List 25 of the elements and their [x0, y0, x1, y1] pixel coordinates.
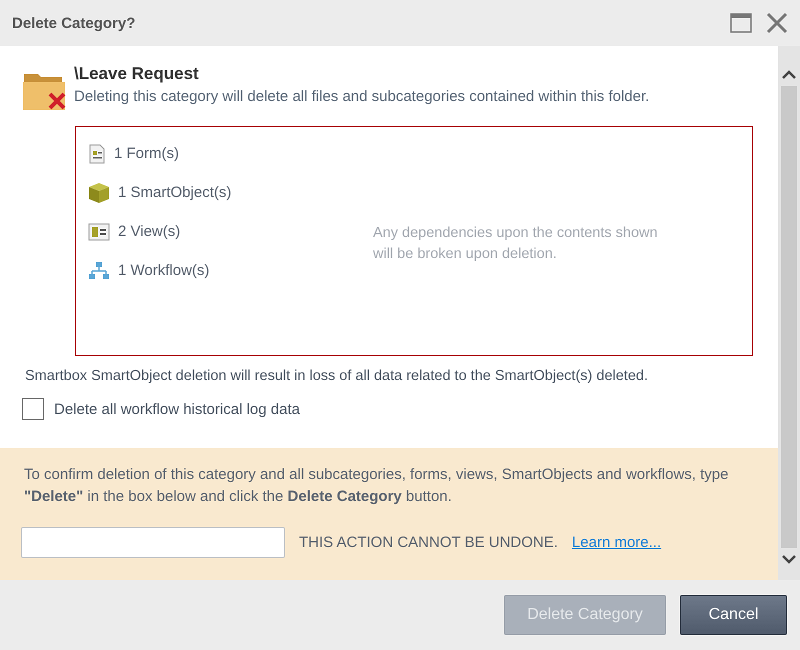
view-icon [88, 222, 110, 240]
close-icon[interactable] [766, 12, 788, 34]
content-item: 1 Workflow(s) [118, 262, 210, 279]
scrollbar[interactable] [778, 46, 800, 580]
scroll-up-icon[interactable] [781, 68, 797, 80]
scroll-down-icon[interactable] [781, 554, 797, 566]
dialog-button[interactable]: Cancel [680, 595, 787, 635]
content-item: 1 Form(s) [114, 145, 179, 162]
checkbox[interactable] [22, 398, 44, 420]
maximize-icon[interactable] [730, 13, 752, 33]
workflow-icon [88, 260, 110, 280]
confirm-instructions: To confirm deletion of this category and all subcategories, forms, views, SmartObjects and workflows, type "Delete" in the box below and click the Delete Category button. [24, 465, 730, 507]
smartbox-note: Smartbox SmartObject deletion will result in loss of all data related to the SmartObject(s) deleted. [25, 368, 649, 384]
cube-icon [88, 182, 110, 204]
content-item: 1 SmartObject(s) [118, 184, 232, 201]
confirm-input-field[interactable] [21, 527, 285, 558]
form-icon [88, 144, 106, 164]
checkbox-label: Delete all workflow historical log data [54, 400, 300, 418]
window-title: Delete Category? [12, 14, 136, 32]
warning-text: THIS ACTION CANNOT BE UNDONE. [299, 534, 558, 551]
content-item: 2 View(s) [118, 223, 180, 240]
learn-more-link[interactable]: Learn more... [572, 534, 662, 551]
dependency-note: Any dependencies upon the contents shown will be broken upon deletion. [373, 224, 659, 264]
description-text: Deleting this category will delete all files and subcategories contained within this folder. [74, 88, 650, 105]
category-title: \Leave Request [74, 64, 200, 84]
